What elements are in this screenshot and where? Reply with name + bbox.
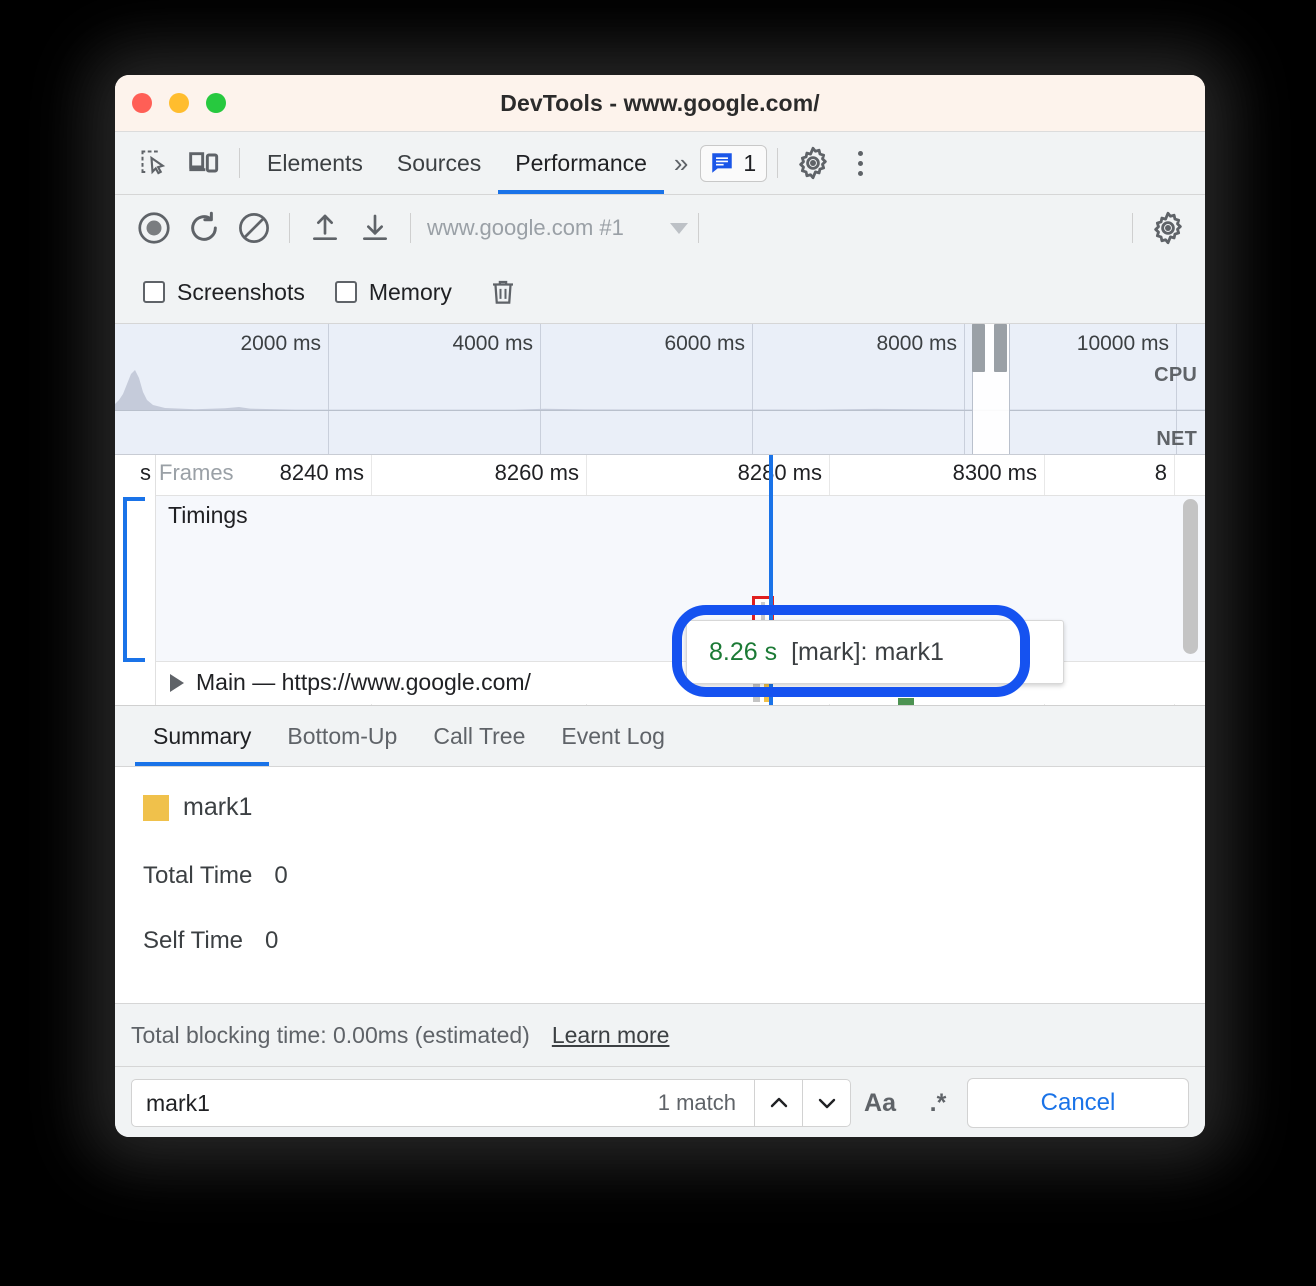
overview-selection-right-edge[interactable] [1009,324,1010,454]
tab-sources[interactable]: Sources [380,132,498,194]
selected-recording-label: www.google.com #1 [427,215,624,241]
overview-net-label: NET [1156,428,1197,451]
search-match-count: 1 match [658,1090,736,1116]
overview-divider [115,410,1205,411]
summary-row: Self Time 0 [143,927,1205,955]
search-bar: mark1 1 match Aa .* Cancel [115,1066,1205,1137]
memory-checkbox[interactable] [335,281,357,303]
timings-track-label: Timings [168,502,248,529]
regex-toggle[interactable]: .* [909,1079,967,1127]
total-time-value: 0 [274,862,287,890]
blocking-time-text: Total blocking time: 0.00ms (estimated) [131,1022,530,1049]
tooltip-timestamp: 8.26 s [709,638,777,667]
search-input-wrap[interactable]: mark1 1 match [131,1079,755,1127]
perfbar-divider-1 [289,213,290,243]
record-icon[interactable] [129,203,179,253]
upload-profile-icon[interactable] [300,203,350,253]
tab-performance[interactable]: Performance [498,132,664,194]
inspect-element-icon[interactable] [129,138,179,188]
drawer-tabbar: Summary Bottom-Up Call Tree Event Log [115,706,1205,767]
download-profile-icon[interactable] [350,203,400,253]
summary-panel: mark1 Total Time 0 Self Time 0 [115,767,1205,1003]
summary-event-name: mark1 [183,793,252,822]
tab-event-log[interactable]: Event Log [543,706,683,766]
flame-left-partial-tick: s [140,460,151,486]
console-message-badge[interactable]: 1 [700,145,767,182]
chevron-down-icon[interactable] [670,223,688,234]
overview-selection-handle-left[interactable] [972,324,985,372]
perfbar-divider-4 [1132,213,1133,243]
self-time-value: 0 [265,927,278,955]
close-window-button[interactable] [132,93,152,113]
chevron-up-icon[interactable] [755,1079,803,1127]
learn-more-link[interactable]: Learn more [552,1022,670,1049]
more-tabs-icon[interactable]: » [664,148,692,179]
flame-vertical-scrollbar[interactable] [1183,499,1198,654]
chevron-down-icon[interactable] [803,1079,851,1127]
perfbar-divider-2 [410,213,411,243]
clear-icon[interactable] [229,203,279,253]
screenshots-checkbox[interactable] [143,281,165,303]
capture-options-row: Screenshots Memory [115,261,1205,324]
capture-settings-gear-icon[interactable] [1143,203,1193,253]
total-time-label: Total Time [143,862,252,890]
device-toolbar-icon[interactable] [179,138,229,188]
more-options-icon[interactable] [838,141,882,185]
track-divider [156,495,1205,496]
console-message-icon [709,150,735,176]
cancel-button[interactable]: Cancel [967,1078,1189,1128]
screenshots-label: Screenshots [177,279,305,306]
tooltip-event-name: [mark]: mark1 [791,638,944,667]
cpu-usage-area-chart [115,364,1205,410]
main-track-expand-triangle[interactable] [170,674,184,692]
blocking-time-bar: Total blocking time: 0.00ms (estimated) … [115,1003,1205,1066]
devtools-tabbar: Elements Sources Performance » 1 [115,132,1205,195]
window-controls [132,93,226,113]
console-message-count: 1 [743,150,756,177]
tab-elements[interactable]: Elements [250,132,380,194]
overview-selection-handle-right[interactable] [994,324,1007,372]
screenshot-root: DevTools - www.google.com/ Elements Sour… [0,0,1316,1286]
window-titlebar: DevTools - www.google.com/ [115,75,1205,132]
perfbar-divider-3 [698,213,699,243]
performance-toolbar: www.google.com #1 [115,195,1205,261]
window-title: DevTools - www.google.com/ [115,90,1205,117]
maximize-window-button[interactable] [206,93,226,113]
main-track-label: Main — https://www.google.com/ [196,669,531,696]
tab-bottom-up[interactable]: Bottom-Up [269,706,415,766]
search-input[interactable]: mark1 [146,1090,658,1117]
tabbar-divider-2 [777,148,778,178]
tab-summary[interactable]: Summary [135,706,269,766]
minimize-window-button[interactable] [169,93,189,113]
match-case-toggle[interactable]: Aa [851,1079,909,1127]
timings-green-marker[interactable] [898,698,914,706]
overview-cpu-label: CPU [1154,364,1197,387]
search-nav-buttons [755,1079,851,1127]
reload-and-record-icon[interactable] [179,203,229,253]
memory-label: Memory [369,279,452,306]
tab-call-tree[interactable]: Call Tree [415,706,543,766]
summary-row: Total Time 0 [143,862,1205,890]
screenshots-checkbox-wrap[interactable]: Screenshots [143,279,321,306]
trash-icon[interactable] [478,267,528,317]
timings-track-selection-bracket [123,497,145,662]
event-color-swatch [143,795,169,821]
frames-track-label: Frames [159,460,234,486]
memory-checkbox-wrap[interactable]: Memory [335,279,468,306]
gear-icon[interactable] [788,138,838,188]
mark-tooltip: 8.26 s [mark]: mark1 [686,620,1064,684]
timeline-overview[interactable]: 2000 ms 4000 ms 6000 ms 8000 ms 10000 ms… [115,324,1205,455]
devtools-window: DevTools - www.google.com/ Elements Sour… [115,75,1205,1137]
tabbar-divider [239,148,240,178]
self-time-label: Self Time [143,927,243,955]
summary-event-legend: mark1 [143,793,1205,822]
